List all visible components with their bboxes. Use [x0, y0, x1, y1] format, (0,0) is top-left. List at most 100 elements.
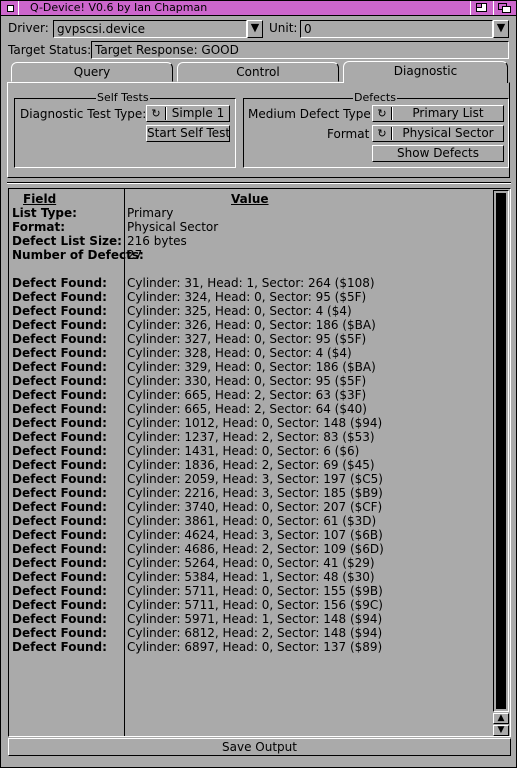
tab-control[interactable]: Control — [177, 62, 339, 82]
list-item-value: Cylinder: 665, Head: 2, Sector: 64 ($40) — [127, 402, 367, 416]
list-item[interactable]: Defect Found: Cylinder: 329, Head: 0, Sec… — [12, 360, 492, 374]
list-item-field: Defect Found: — [12, 612, 107, 626]
zoom-icon[interactable] — [470, 1, 492, 15]
list-item-value: Cylinder: 1836, Head: 2, Sector: 69 ($45… — [127, 458, 375, 472]
target-status-field: Target Response: GOOD — [91, 41, 509, 59]
list-item[interactable]: Defect Found: Cylinder: 665, Head: 2, Sec… — [12, 402, 492, 416]
scrollbar-track[interactable] — [493, 190, 509, 712]
list-item[interactable]: Defect Found: Cylinder: 330, Head: 0, Sec… — [12, 374, 492, 388]
diagnostic-test-type-value: Simple 1 — [171, 106, 225, 120]
list-item[interactable]: Defect Found: Cylinder: 4686, Head: 2, Se… — [12, 542, 492, 556]
list-item[interactable] — [12, 262, 492, 276]
list-item[interactable]: Defect Found: Cylinder: 5711, Head: 0, Se… — [12, 598, 492, 612]
list-item[interactable]: Defect Found: Cylinder: 31, Head: 1, Sect… — [12, 276, 492, 290]
main-window: Q-Device! V0.6 by Ian Chapman Driver: gv… — [0, 0, 517, 768]
dropdown-arrow-icon: ▼ — [496, 21, 506, 34]
list-item-field: Defect Found: — [12, 514, 107, 528]
list-item[interactable]: Format: Physical Sector — [12, 220, 492, 234]
list-item-field: Number of Defects: — [12, 248, 144, 262]
list-item-field: Defect Found: — [12, 640, 107, 654]
list-item-value: Cylinder: 330, Head: 0, Sector: 95 ($5F) — [127, 374, 367, 388]
list-item-field: Defect Found: — [12, 626, 107, 640]
list-item-value: Cylinder: 1237, Head: 2, Sector: 83 ($53… — [127, 430, 375, 444]
list-item[interactable]: Defect Found: Cylinder: 324, Head: 0, Sec… — [12, 290, 492, 304]
list-item[interactable]: List Type: Primary — [12, 206, 492, 220]
list-item-value: Cylinder: 325, Head: 0, Sector: 4 ($4) — [127, 304, 352, 318]
list-item[interactable]: Defect Found: Cylinder: 4624, Head: 3, Se… — [12, 528, 492, 542]
scrollbar-knob[interactable] — [496, 193, 506, 709]
list-item[interactable]: Defect Found: Cylinder: 1431, Head: 0, Se… — [12, 444, 492, 458]
list-item[interactable]: Defect Found: Cylinder: 326, Head: 0, Sec… — [12, 318, 492, 332]
tab-diagnostic[interactable]: Diagnostic — [343, 61, 508, 83]
list-item[interactable]: Defect Found: Cylinder: 328, Head: 0, Sec… — [12, 346, 492, 360]
list-item[interactable]: Defect Found: Cylinder: 5384, Head: 1, Se… — [12, 570, 492, 584]
list-item[interactable]: Defect Found: Cylinder: 2216, Head: 3, Se… — [12, 486, 492, 500]
save-output-button[interactable]: Save Output — [8, 738, 511, 756]
scroll-down-icon[interactable]: ▼ — [493, 725, 509, 736]
unit-label: Unit: — [269, 21, 298, 35]
list-item-field: Defect List Size: — [12, 234, 122, 248]
list-item[interactable]: Defect Found: Cylinder: 1836, Head: 2, Se… — [12, 458, 492, 472]
list-item-value: Cylinder: 5711, Head: 0, Sector: 156 ($9… — [127, 598, 383, 612]
list-item[interactable]: Defect Found: Cylinder: 1237, Head: 2, Se… — [12, 430, 492, 444]
list-item[interactable]: Defect Found: Cylinder: 6812, Head: 2, Se… — [12, 626, 492, 640]
list-item-value: Cylinder: 6897, Head: 0, Sector: 137 ($8… — [127, 640, 383, 654]
window-title: Q-Device! V0.6 by Ian Chapman — [30, 1, 208, 14]
list-item-field: Defect Found: — [12, 332, 107, 346]
list-item[interactable]: Defect Found: Cylinder: 5971, Head: 1, Se… — [12, 612, 492, 626]
depth-icon[interactable] — [493, 1, 515, 15]
list-item-field: Defect Found: — [12, 556, 107, 570]
list-item[interactable]: Defect List Size: 216 bytes — [12, 234, 492, 248]
list-item[interactable]: Defect Found: Cylinder: 5711, Head: 0, Se… — [12, 584, 492, 598]
tab-query[interactable]: Query — [11, 62, 173, 82]
list-item[interactable]: Defect Found: Cylinder: 327, Head: 0, Sec… — [12, 332, 492, 346]
list-item[interactable]: Defect Found: Cylinder: 5264, Head: 0, Se… — [12, 556, 492, 570]
list-item[interactable]: Defect Found: Cylinder: 2059, Head: 3, Se… — [12, 472, 492, 486]
unit-dropdown-button[interactable]: ▼ — [493, 20, 509, 38]
list-item-field: Defect Found: — [12, 598, 107, 612]
list-item-field: Defect Found: — [12, 346, 107, 360]
list-item-value: Cylinder: 324, Head: 0, Sector: 95 ($5F) — [127, 290, 367, 304]
list-item-field: Defect Found: — [12, 388, 107, 402]
diagnostic-test-type-cycle[interactable]: ↻ Simple 1 — [146, 105, 230, 122]
list-item-field: Defect Found: — [12, 276, 107, 290]
dropdown-arrow-icon: ▼ — [250, 21, 260, 34]
list-item[interactable]: Defect Found: Cylinder: 3740, Head: 0, Se… — [12, 500, 492, 514]
list-item[interactable]: Defect Found: Cylinder: 3861, Head: 0, Se… — [12, 514, 492, 528]
target-status-label: Target Status: — [8, 43, 92, 57]
medium-defect-type-cycle[interactable]: ↻ Primary List — [372, 105, 504, 122]
unit-field[interactable]: 0 — [300, 20, 493, 38]
cycle-icon: ↻ — [377, 107, 387, 120]
list-item-value: Physical Sector — [127, 220, 219, 234]
list-item-value: Cylinder: 4686, Head: 2, Sector: 109 ($6… — [127, 542, 384, 556]
list-item-value: Cylinder: 4624, Head: 3, Sector: 107 ($6… — [127, 528, 383, 542]
driver-field[interactable]: gvpscsi.device — [53, 20, 247, 38]
column-header-value: Value — [231, 192, 269, 206]
title-bar[interactable]: Q-Device! V0.6 by Ian Chapman — [1, 1, 516, 16]
close-icon[interactable] — [1, 1, 19, 15]
medium-defect-type-value: Primary List — [412, 106, 484, 120]
defect-list[interactable]: Field Value List Type: Primary Format: Phys… — [8, 188, 511, 737]
show-defects-button[interactable]: Show Defects — [372, 145, 504, 162]
scroll-up-icon[interactable]: ▲ — [493, 713, 509, 724]
list-item-field: Defect Found: — [12, 472, 107, 486]
list-item[interactable]: Defect Found: Cylinder: 1012, Head: 0, Se… — [12, 416, 492, 430]
list-item-field: Defect Found: — [12, 416, 107, 430]
format-cycle[interactable]: ↻ Physical Sector — [372, 125, 504, 142]
list-item[interactable]: Number of Defects: 27 — [12, 248, 492, 262]
list-rows: List Type: Primary Format: Physical Sector D… — [12, 206, 492, 654]
list-item[interactable]: Defect Found: Cylinder: 665, Head: 2, Sec… — [12, 388, 492, 402]
list-item-field: Defect Found: — [12, 360, 107, 374]
list-item-value: Cylinder: 3740, Head: 0, Sector: 207 ($C… — [127, 500, 383, 514]
list-item-value: Cylinder: 3861, Head: 0, Sector: 61 ($3D… — [127, 514, 377, 528]
list-item[interactable]: Defect Found: Cylinder: 6897, Head: 0, Se… — [12, 640, 492, 654]
list-item-value: Primary — [127, 206, 174, 220]
list-item-value: 27 — [127, 248, 143, 262]
list-item[interactable]: Defect Found: Cylinder: 325, Head: 0, Sec… — [12, 304, 492, 318]
list-item-field: Defect Found: — [12, 318, 107, 332]
list-item-value: Cylinder: 5971, Head: 1, Sector: 148 ($9… — [127, 612, 383, 626]
list-scrollbar[interactable]: ▲ ▼ — [493, 190, 509, 736]
list-item-field: Defect Found: — [12, 486, 107, 500]
start-self-test-button[interactable]: Start Self Test — [146, 125, 230, 142]
driver-dropdown-button[interactable]: ▼ — [247, 20, 263, 38]
